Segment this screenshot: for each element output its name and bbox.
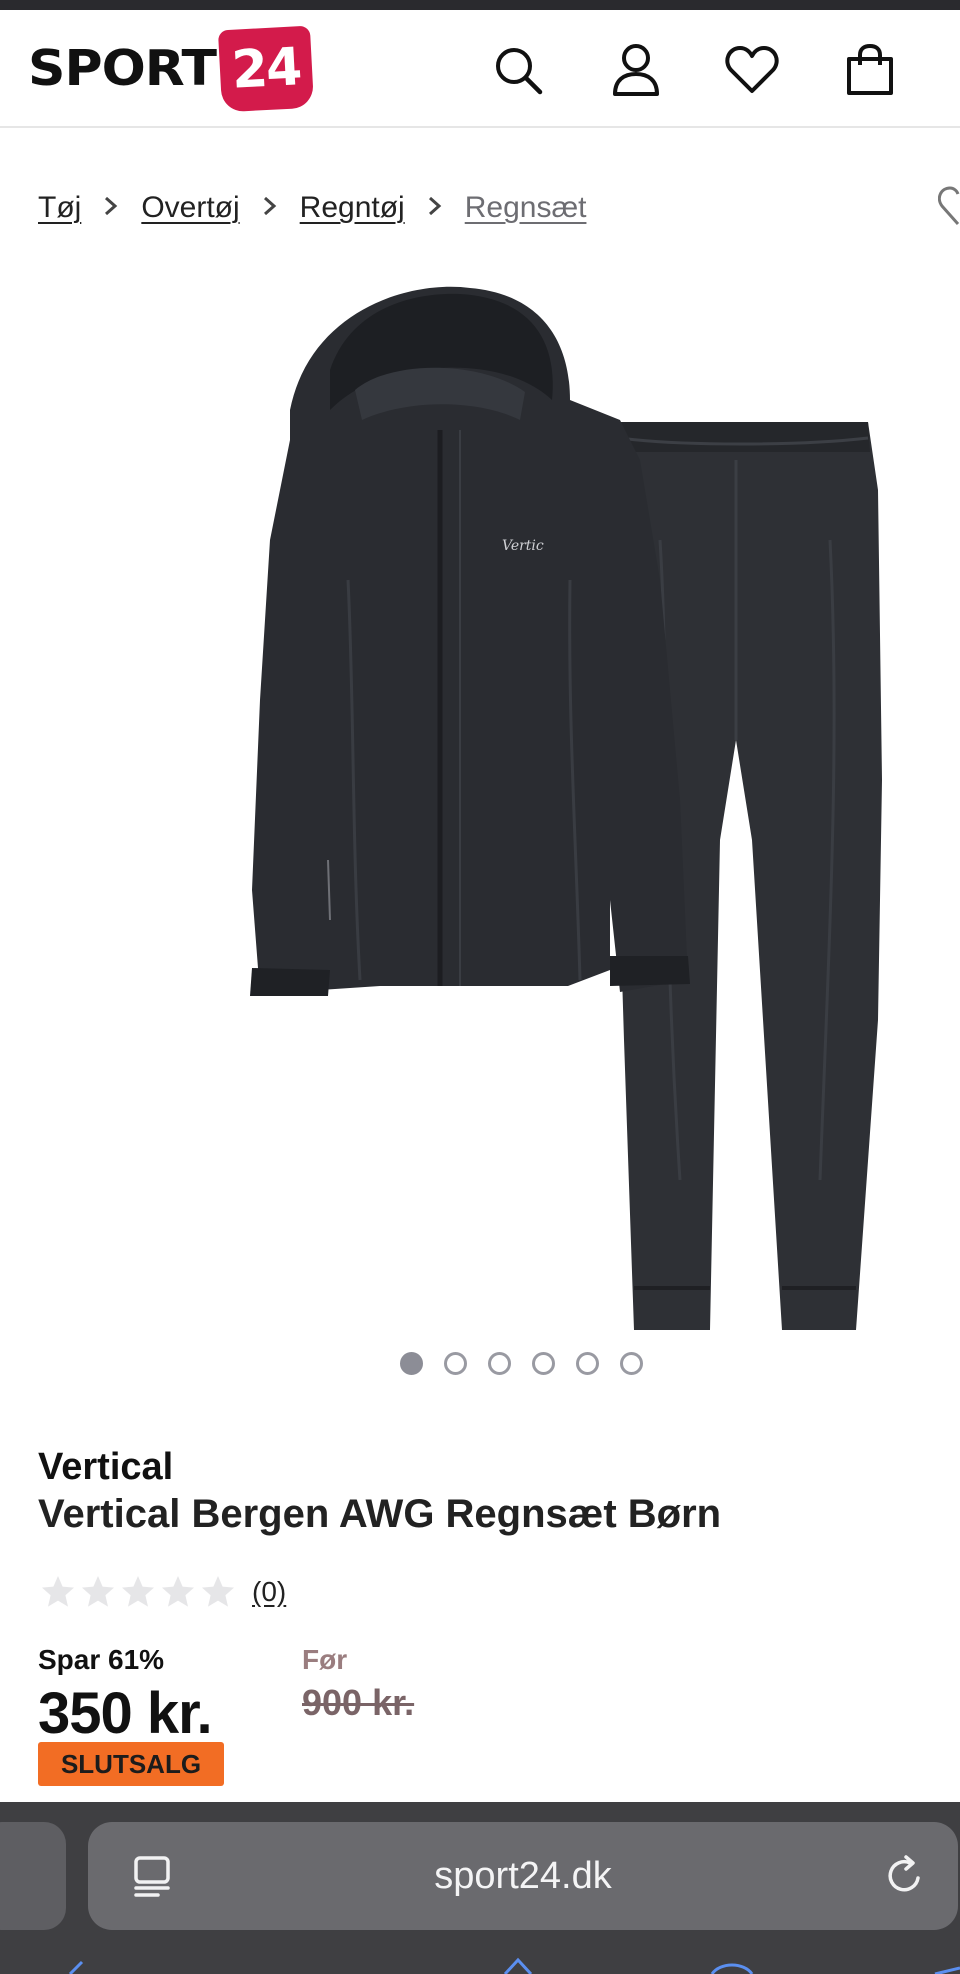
current-price: 350 kr. bbox=[38, 1681, 213, 1746]
search-icon[interactable] bbox=[488, 40, 548, 100]
review-count-link[interactable]: (0) bbox=[252, 1576, 286, 1608]
logo-badge: 24 bbox=[217, 25, 315, 113]
reload-icon[interactable] bbox=[880, 1852, 928, 1900]
rating-stars[interactable] bbox=[40, 1574, 236, 1610]
rain-jacket-illustration: Vertic bbox=[250, 286, 690, 996]
site-header: SPORT 24 bbox=[0, 10, 960, 128]
browser-bottom-bar: sport24.dk bbox=[0, 1802, 960, 1974]
star-icon bbox=[82, 1576, 114, 1607]
svg-text:Vertic: Vertic bbox=[502, 538, 544, 554]
product-brand[interactable]: Vertical bbox=[38, 1446, 173, 1489]
previous-tab-preview[interactable] bbox=[0, 1822, 66, 1930]
logo-badge-number: 24 bbox=[230, 37, 302, 101]
gallery-dot[interactable] bbox=[400, 1352, 423, 1375]
star-icon bbox=[162, 1576, 194, 1607]
gallery-dot[interactable] bbox=[444, 1352, 467, 1375]
product-title: Vertical Bergen AWG Regnsæt Børn bbox=[38, 1492, 722, 1536]
sport24-logo[interactable]: SPORT 24 bbox=[28, 24, 315, 114]
product-image[interactable]: Vertic bbox=[140, 280, 900, 1340]
breadcrumb-item-overtoj[interactable]: Overtøj bbox=[141, 191, 239, 225]
wishlist-heart-icon[interactable] bbox=[937, 184, 960, 228]
logo-wordmark: SPORT bbox=[28, 40, 217, 98]
breadcrumb-item-regnsaet[interactable]: Regnsæt bbox=[465, 191, 587, 225]
gallery-dot[interactable] bbox=[532, 1352, 555, 1375]
chevron-right-icon bbox=[240, 192, 300, 224]
address-bar[interactable]: sport24.dk bbox=[88, 1822, 958, 1930]
gallery-dot[interactable] bbox=[488, 1352, 511, 1375]
breadcrumb-item-regntoj[interactable]: Regntøj bbox=[300, 191, 405, 225]
chevron-right-icon bbox=[405, 192, 465, 224]
star-icon bbox=[122, 1576, 154, 1607]
discount-label: Spar 61% bbox=[38, 1644, 165, 1675]
sale-badge: SLUTSALG bbox=[38, 1742, 224, 1786]
star-icon bbox=[42, 1576, 74, 1607]
user-icon[interactable] bbox=[606, 40, 666, 100]
gallery-dot[interactable] bbox=[576, 1352, 599, 1375]
before-price-label: Før bbox=[302, 1644, 348, 1675]
chevron-right-icon bbox=[81, 192, 141, 224]
url-text[interactable]: sport24.dk bbox=[88, 1822, 958, 1930]
breadcrumb: Tøj Overtøj Regntøj Regnsæt bbox=[38, 186, 586, 230]
bag-icon[interactable] bbox=[840, 40, 900, 100]
gallery-dot[interactable] bbox=[620, 1352, 643, 1375]
status-bar-edge bbox=[0, 0, 960, 10]
browser-toolbar-peek bbox=[0, 1954, 960, 1974]
gallery-pagination bbox=[400, 1352, 643, 1375]
original-price: 900 kr. bbox=[302, 1682, 415, 1723]
heart-icon[interactable] bbox=[722, 40, 782, 100]
breadcrumb-item-toj[interactable]: Tøj bbox=[38, 191, 81, 225]
star-icon bbox=[202, 1576, 234, 1607]
